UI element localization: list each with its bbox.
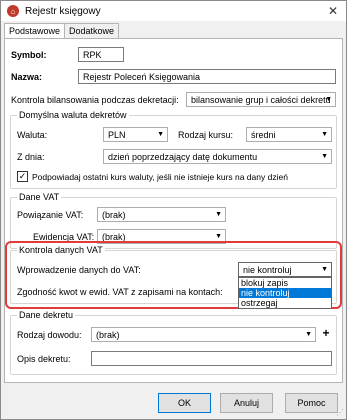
wprowadzenie-value: nie kontroluj: [243, 265, 292, 275]
chevron-down-icon: ▼: [321, 266, 328, 273]
dropdown-option-ostrzegaj[interactable]: ostrzegaj: [239, 298, 331, 308]
dekret-group: Dane dekretu Rodzaj dowodu: (brak) ▼ + O…: [10, 310, 337, 375]
powiazanie-vat-label: Powiązanie VAT:: [17, 210, 84, 220]
waluta-group: Domyślna waluta dekretów Waluta: PLN ▼ R…: [10, 110, 337, 189]
rodzaj-kursu-label: Rodzaj kursu:: [178, 130, 234, 140]
tab-strip: Podstawowe Dodatkowe: [4, 23, 120, 40]
resize-grip-icon[interactable]: ⋰: [336, 408, 344, 417]
rodzaj-kursu-value: średni: [251, 130, 276, 140]
powiazanie-vat-value: (brak): [102, 210, 126, 220]
opis-dekretu-label: Opis dekretu:: [17, 354, 71, 364]
rodzaj-dowodu-select[interactable]: (brak) ▼: [91, 327, 316, 342]
waluta-value: PLN: [108, 130, 126, 140]
chevron-down-icon: ▼: [215, 211, 222, 218]
kontrola-vat-group: Kontrola danych VAT Wprowadzenie danych …: [10, 245, 337, 309]
title-bar: ⌂ Rejestr księgowy ✕: [1, 1, 346, 21]
symbol-field[interactable]: RPK: [78, 47, 124, 62]
chevron-down-icon: ▼: [325, 96, 332, 103]
symbol-label: Symbol:: [11, 50, 47, 60]
powiazanie-vat-select[interactable]: (brak) ▼: [97, 207, 226, 222]
chevron-down-icon: ▼: [321, 131, 328, 138]
close-icon[interactable]: ✕: [328, 4, 338, 18]
rodzaj-dowodu-value: (brak): [96, 330, 120, 340]
z-dnia-value: dzień poprzedzający datę dokumentu: [108, 152, 258, 162]
rodzaj-dowodu-label: Rodzaj dowodu:: [17, 330, 82, 340]
dropdown-option-blokuj[interactable]: blokuj zapis: [239, 278, 331, 288]
wprowadzenie-dropdown-list: blokuj zapis nie kontroluj ostrzegaj: [238, 277, 332, 309]
opis-dekretu-field[interactable]: [91, 351, 332, 366]
waluta-group-title: Domyślna waluta dekretów: [17, 110, 129, 120]
nazwa-label: Nazwa:: [11, 72, 43, 82]
rodzaj-kursu-select[interactable]: średni ▼: [246, 127, 332, 142]
chevron-down-icon: ▼: [215, 233, 222, 240]
chevron-down-icon: ▼: [157, 131, 164, 138]
kontrola-bilansowania-value: bilansowanie grup i całości dekretu: [191, 95, 331, 105]
z-dnia-label: Z dnia:: [17, 152, 45, 162]
vat-group-title: Dane VAT: [17, 192, 62, 202]
plus-icon[interactable]: +: [320, 327, 332, 341]
wprowadzenie-select[interactable]: nie kontroluj ▼: [238, 262, 332, 277]
tab-dodatkowe[interactable]: Dodatkowe: [64, 23, 120, 39]
wprowadzenie-label: Wprowadzenie danych do VAT:: [17, 265, 141, 275]
nazwa-field[interactable]: Rejestr Poleceń Księgowania: [78, 69, 336, 84]
z-dnia-select[interactable]: dzień poprzedzający datę dokumentu ▼: [103, 149, 332, 164]
chevron-down-icon: ▼: [321, 153, 328, 160]
podpowiadaj-checkbox[interactable]: ✓: [17, 171, 28, 182]
dialog-window: ⌂ Rejestr księgowy ✕ Podstawowe Dodatkow…: [0, 0, 347, 420]
pomoc-button[interactable]: Pomoc: [285, 393, 338, 413]
app-icon: ⌂: [7, 5, 19, 17]
dropdown-option-nie-kontroluj[interactable]: nie kontroluj: [239, 288, 331, 298]
kontrola-bilansowania-label: Kontrola bilansowania podczas dekretacji…: [11, 95, 179, 105]
waluta-select[interactable]: PLN ▼: [103, 127, 168, 142]
chevron-down-icon: ▼: [305, 331, 312, 338]
window-title: Rejestr księgowy: [25, 5, 101, 17]
podpowiadaj-label: Podpowiadaj ostatni kurs waluty, jeśli n…: [32, 172, 288, 182]
anuluj-button[interactable]: Anuluj: [220, 393, 273, 413]
dekret-group-title: Dane dekretu: [17, 310, 76, 320]
zgodnosc-label: Zgodność kwot w ewid. VAT z zapisami na …: [17, 287, 223, 297]
ok-button[interactable]: OK: [158, 393, 211, 413]
waluta-label: Waluta:: [17, 130, 48, 140]
kontrola-vat-group-title: Kontrola danych VAT: [17, 245, 105, 255]
tab-panel: Symbol: RPK Nazwa: Rejestr Poleceń Księg…: [4, 38, 343, 383]
kontrola-bilansowania-select[interactable]: bilansowanie grup i całości dekretu ▼: [186, 92, 336, 107]
